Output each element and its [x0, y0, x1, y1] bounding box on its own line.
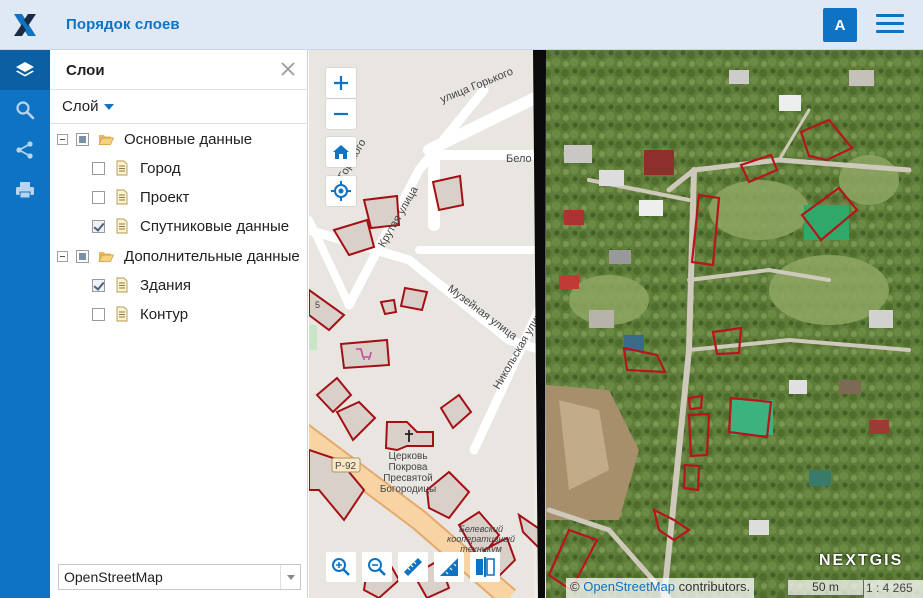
- chevron-down-icon: [104, 104, 115, 111]
- tree-layer-row[interactable]: Город: [92, 157, 181, 179]
- zoom-in-tool-button[interactable]: [326, 552, 356, 582]
- nextgis-watermark: NEXTGIS: [819, 552, 904, 569]
- left-toolbar: [0, 50, 50, 598]
- divider: [50, 89, 308, 90]
- layers-panel: Слои Слой Основные данные Город Проект С…: [50, 50, 308, 598]
- document-icon: [116, 160, 128, 176]
- zoom-out-button[interactable]: [326, 99, 356, 129]
- measure-area-button[interactable]: [434, 552, 464, 582]
- collapse-icon[interactable]: [57, 133, 68, 145]
- house-number: 5: [315, 300, 320, 310]
- church-label: Церковь: [388, 451, 427, 462]
- layer-checkbox[interactable]: [92, 307, 105, 321]
- tree-label: Контур: [140, 305, 189, 323]
- document-icon: [116, 306, 128, 322]
- osm-link[interactable]: OpenStreetMap: [583, 579, 675, 594]
- layer-dropdown-button[interactable]: Слой: [62, 98, 115, 115]
- home-icon: [333, 145, 349, 159]
- layer-menu-label: Слой: [62, 98, 99, 115]
- collapse-icon[interactable]: [57, 250, 68, 262]
- close-icon[interactable]: [279, 60, 297, 78]
- tree-group-row[interactable]: Дополнительные данные: [57, 245, 300, 267]
- chevron-down-icon[interactable]: [280, 565, 300, 589]
- zoom-in-button[interactable]: [326, 68, 356, 98]
- share-icon[interactable]: [0, 130, 50, 170]
- group-checkbox[interactable]: [76, 132, 89, 146]
- poi-label: кооперативный: [447, 534, 515, 544]
- attribution-prefix: ©: [570, 579, 580, 594]
- tree-group-row[interactable]: Основные данные: [57, 128, 252, 150]
- poi-label: Белевский: [459, 524, 503, 534]
- tree-label: Спутниковые данные: [140, 217, 290, 235]
- ruler-icon: [404, 558, 422, 576]
- tree-layer-row[interactable]: Здания: [92, 274, 191, 296]
- group-checkbox[interactable]: [76, 249, 89, 263]
- panel-title: Слои: [66, 62, 105, 79]
- tree-label: Здания: [140, 276, 191, 294]
- document-icon: [116, 218, 128, 234]
- folder-open-icon: [98, 135, 114, 145]
- map-attribution: © OpenStreetMap contributors.: [566, 578, 755, 598]
- layer-checkbox[interactable]: [92, 161, 105, 175]
- search-icon[interactable]: [0, 90, 50, 130]
- locate-button[interactable]: [326, 176, 356, 206]
- divider: [50, 123, 308, 124]
- swipe-icon: [476, 557, 495, 577]
- layers-icon[interactable]: [0, 50, 50, 90]
- street-label: Бело: [506, 153, 532, 165]
- scale-ratio: 1 : 4 265: [864, 580, 923, 598]
- layer-checkbox[interactable]: [92, 278, 105, 292]
- magnifier-plus-icon: [332, 558, 350, 576]
- road-number-label: Р-92: [335, 461, 357, 472]
- tree-label: Основные данные: [124, 130, 253, 148]
- plus-icon: [334, 76, 348, 90]
- tree-layer-row[interactable]: Проект: [92, 186, 189, 208]
- basemap-value: OpenStreetMap: [64, 569, 163, 585]
- nextgis-logo-icon[interactable]: [11, 11, 39, 39]
- app-header: Порядок слоев A: [0, 0, 923, 50]
- church-label: Пресвятой: [383, 473, 433, 484]
- church-label: Покрова: [388, 462, 427, 473]
- page-title: Порядок слоев: [66, 16, 180, 33]
- measure-length-button[interactable]: [398, 552, 428, 582]
- area-ruler-icon: [440, 558, 458, 576]
- basemap-select[interactable]: OpenStreetMap: [58, 564, 301, 590]
- zoom-out-tool-button[interactable]: [362, 552, 392, 582]
- map-canvas[interactable]: улица Горького Горького Крутая улица Муз…: [309, 50, 923, 598]
- user-avatar-button[interactable]: A: [823, 8, 857, 42]
- tree-label: Дополнительные данные: [124, 247, 300, 265]
- attribution-suffix: contributors.: [678, 579, 751, 594]
- tree-layer-row[interactable]: Спутниковые данные: [92, 215, 289, 237]
- swipe-compare-button[interactable]: [470, 552, 500, 582]
- tree-label: Город: [140, 159, 181, 177]
- crosshair-icon: [331, 181, 351, 201]
- magnifier-minus-icon: [368, 558, 386, 576]
- home-extent-button[interactable]: [326, 137, 356, 167]
- minus-icon: [334, 112, 348, 116]
- map-view[interactable]: улица Горького Горького Крутая улица Муз…: [309, 50, 923, 598]
- hamburger-menu-icon[interactable]: [876, 14, 904, 36]
- tree-layer-row[interactable]: Контур: [92, 303, 188, 325]
- scale-bar: 50 m: [787, 580, 864, 596]
- layer-checkbox[interactable]: [92, 219, 105, 233]
- tree-label: Проект: [140, 188, 190, 206]
- folder-open-icon: [98, 252, 114, 262]
- document-icon: [116, 277, 128, 293]
- layer-checkbox[interactable]: [92, 190, 105, 204]
- church-label: Богородицы: [380, 484, 436, 495]
- print-icon[interactable]: [0, 170, 50, 210]
- document-icon: [116, 189, 128, 205]
